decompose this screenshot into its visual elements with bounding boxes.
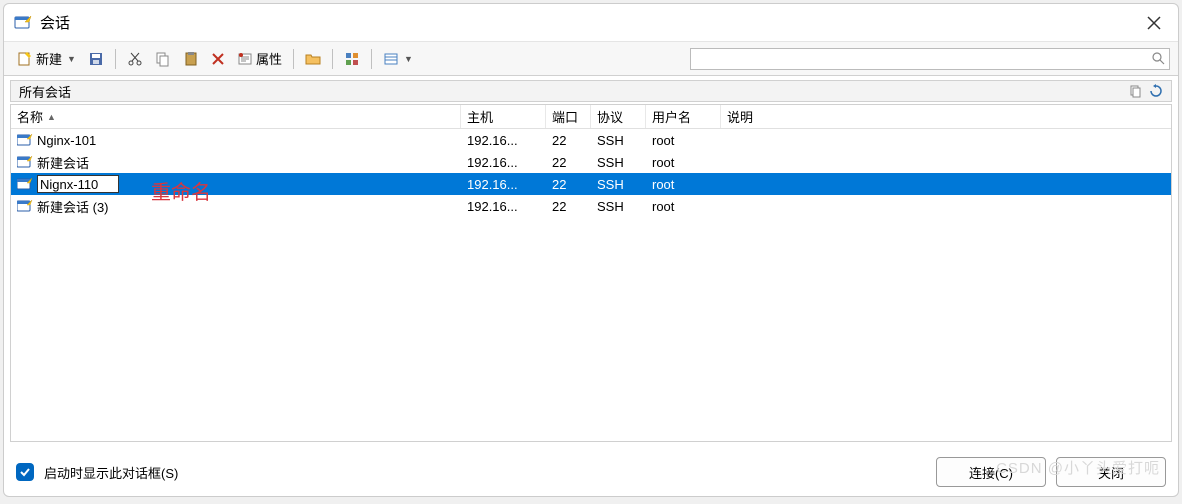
app-icon	[14, 14, 32, 32]
session-protocol: SSH	[591, 133, 646, 148]
chevron-down-icon: ▼	[67, 54, 76, 64]
view-button[interactable]: ▼	[378, 47, 418, 71]
session-icon	[17, 199, 33, 213]
session-row[interactable]: 新建会话 192.16...22SSHroot	[11, 151, 1171, 173]
session-rows: 重命名 Nginx-101192.16...22SSHroot新建会话192.1…	[11, 129, 1171, 441]
session-protocol: SSH	[591, 177, 646, 192]
session-protocol: SSH	[591, 155, 646, 170]
session-name: Nginx-101	[37, 133, 96, 148]
folder-icon	[305, 51, 321, 67]
col-header-user[interactable]: 用户名	[646, 105, 721, 128]
session-host: 192.16...	[461, 133, 546, 148]
titlebar: 会话	[4, 4, 1178, 42]
session-row[interactable]: 新建会话 (3) 192.16...22SSHroot	[11, 195, 1171, 217]
connect-button[interactable]: 连接(C)	[936, 457, 1046, 487]
session-user: root	[646, 199, 721, 214]
column-headers: 名称 ▲ 主机 端口 协议 用户名 说明	[11, 105, 1171, 129]
session-icon	[17, 155, 33, 169]
scissors-icon	[127, 51, 143, 67]
session-user: root	[646, 155, 721, 170]
col-header-desc[interactable]: 说明	[721, 105, 1171, 128]
save-icon	[88, 51, 104, 67]
properties-button[interactable]: 属性	[232, 47, 287, 71]
session-protocol: SSH	[591, 199, 646, 214]
list-icon	[383, 51, 399, 67]
breadcrumb-bar: 所有会话	[10, 80, 1172, 102]
copy-path-icon[interactable]	[1129, 84, 1143, 98]
session-port: 22	[546, 177, 591, 192]
close-icon[interactable]	[1140, 9, 1168, 37]
show-on-startup-checkbox[interactable]	[16, 463, 34, 481]
delete-icon	[211, 52, 225, 66]
col-header-port[interactable]: 端口	[546, 105, 591, 128]
paste-button[interactable]	[178, 47, 204, 71]
col-header-host[interactable]: 主机	[461, 105, 546, 128]
session-port: 22	[546, 199, 591, 214]
search-icon	[1152, 52, 1165, 65]
separator	[115, 49, 116, 69]
delete-button[interactable]	[206, 47, 230, 71]
session-row[interactable]: 192.16...22SSHroot	[11, 173, 1171, 195]
dialog-footer: 启动时显示此对话框(S) 连接(C) 关闭	[4, 448, 1178, 496]
folder-button[interactable]	[300, 47, 326, 71]
separator	[293, 49, 294, 69]
refresh-icon[interactable]	[1149, 84, 1163, 98]
options-button[interactable]	[339, 47, 365, 71]
properties-icon	[237, 51, 253, 67]
show-on-startup-label: 启动时显示此对话框(S)	[44, 463, 178, 482]
session-icon	[17, 133, 33, 147]
copy-button[interactable]	[150, 47, 176, 71]
session-port: 22	[546, 155, 591, 170]
session-list: 名称 ▲ 主机 端口 协议 用户名 说明 重命名 Nginx-101192.16…	[10, 104, 1172, 442]
rename-input[interactable]	[37, 175, 119, 193]
session-host: 192.16...	[461, 155, 546, 170]
paste-icon	[183, 51, 199, 67]
grid-icon	[344, 51, 360, 67]
session-port: 22	[546, 133, 591, 148]
breadcrumb-label: 所有会话	[19, 82, 1129, 101]
toolbar: 新建 ▼ 属性 ▼	[4, 42, 1178, 76]
col-header-protocol[interactable]: 协议	[591, 105, 646, 128]
session-name: 新建会话 (3)	[37, 197, 109, 216]
separator	[332, 49, 333, 69]
window-title: 会话	[40, 12, 1140, 33]
session-host: 192.16...	[461, 199, 546, 214]
close-button[interactable]: 关闭	[1056, 457, 1166, 487]
chevron-down-icon: ▼	[404, 54, 413, 64]
session-user: root	[646, 177, 721, 192]
separator	[371, 49, 372, 69]
sort-asc-icon: ▲	[47, 112, 56, 122]
session-user: root	[646, 133, 721, 148]
session-host: 192.16...	[461, 177, 546, 192]
new-button[interactable]: 新建 ▼	[12, 47, 81, 71]
new-icon	[17, 51, 33, 67]
session-row[interactable]: Nginx-101 192.16...22SSHroot	[11, 129, 1171, 151]
search-box[interactable]	[690, 48, 1170, 70]
copy-icon	[155, 51, 171, 67]
session-icon	[17, 177, 33, 191]
col-header-name[interactable]: 名称 ▲	[11, 105, 461, 128]
save-button[interactable]	[83, 47, 109, 71]
session-name: 新建会话	[37, 153, 89, 172]
session-dialog: 会话 新建 ▼ 属性	[3, 3, 1179, 497]
search-input[interactable]	[695, 52, 1152, 66]
cut-button[interactable]	[122, 47, 148, 71]
